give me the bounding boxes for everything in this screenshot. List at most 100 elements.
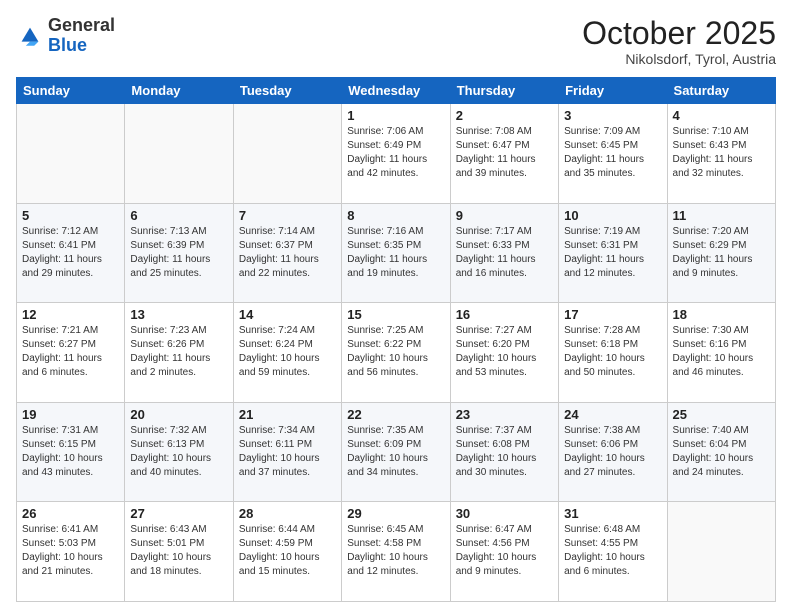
day-info: Sunrise: 7:06 AM Sunset: 6:49 PM Dayligh… [347,125,444,181]
day-number: 18 [673,307,770,322]
day-number: 29 [347,506,444,521]
title-block: October 2025 Nikolsdorf, Tyrol, Austria [582,16,776,67]
calendar-week-0: 1Sunrise: 7:06 AM Sunset: 6:49 PM Daylig… [17,104,776,204]
header-tuesday: Tuesday [233,78,341,104]
day-number: 8 [347,208,444,223]
calendar-cell: 23 Sunrise: 7:37 AM Sunset: 6:08 PM Dayli… [450,402,558,502]
day-info: Sunrise: 7:16 AM Sunset: 6:35 PM Dayligh… [347,225,444,281]
day-number: 22 [347,407,444,422]
calendar-cell: 16Sunrise: 7:27 AM Sunset: 6:20 PM Dayli… [450,303,558,403]
day-info: Sunrise: 7:32 AM Sunset: 6:13 PM Dayligh… [130,424,227,480]
calendar-cell: 2 Sunrise: 7:08 AM Sunset: 6:47 PM Daylig… [450,104,558,204]
header-thursday: Thursday [450,78,558,104]
day-info: Sunrise: 6:47 AM Sunset: 4:56 PM Dayligh… [456,523,553,579]
day-info: Sunrise: 6:43 AM Sunset: 5:01 PM Dayligh… [130,523,227,579]
day-number: 11 [673,208,770,223]
calendar-cell: 7Sunrise: 7:14 AM Sunset: 6:37 PM Daylig… [233,203,341,303]
day-info: Sunrise: 7:19 AM Sunset: 6:31 PM Dayligh… [564,225,661,281]
day-info: Sunrise: 7:30 AM Sunset: 6:16 PM Dayligh… [673,324,770,380]
header-monday: Monday [125,78,233,104]
header-saturday: Saturday [667,78,775,104]
day-info: Sunrise: 6:41 AM Sunset: 5:03 PM Dayligh… [22,523,119,579]
calendar-cell: 10 Sunrise: 7:19 AM Sunset: 6:31 PM Dayli… [559,203,667,303]
day-number: 3 [564,108,661,123]
day-info: Sunrise: 7:31 AM Sunset: 6:15 PM Dayligh… [22,424,119,480]
calendar-cell: 3 Sunrise: 7:09 AM Sunset: 6:45 PM Daylig… [559,104,667,204]
calendar-cell: 14 Sunrise: 7:24 AM Sunset: 6:24 PM Dayli… [233,303,341,403]
day-number: 6 [130,208,227,223]
calendar-cell: 6 Sunrise: 7:13 AM Sunset: 6:39 PM Daylig… [125,203,233,303]
header-wednesday: Wednesday [342,78,450,104]
calendar-header-row: Sunday Monday Tuesday Wednesday Thursday… [17,78,776,104]
day-info: Sunrise: 7:10 AM Sunset: 6:43 PM Dayligh… [673,125,770,181]
calendar-cell: 4 Sunrise: 7:10 AM Sunset: 6:43 PM Daylig… [667,104,775,204]
calendar-cell [233,104,341,204]
calendar-cell: 26 Sunrise: 6:41 AM Sunset: 5:03 PM Dayli… [17,502,125,602]
month-title: October 2025 [582,16,776,51]
day-number: 15 [347,307,444,322]
calendar-cell: 30 Sunrise: 6:47 AM Sunset: 4:56 PM Dayli… [450,502,558,602]
day-number: 14 [239,307,336,322]
day-info: Sunrise: 7:35 AM Sunset: 6:09 PM Dayligh… [347,424,444,480]
calendar-cell: 25Sunrise: 7:40 AM Sunset: 6:04 PM Dayli… [667,402,775,502]
day-number: 2 [456,108,553,123]
calendar-cell [667,502,775,602]
day-number: 25 [673,407,770,422]
day-number: 5 [22,208,119,223]
day-number: 31 [564,506,661,521]
header-friday: Friday [559,78,667,104]
calendar-cell: 20 Sunrise: 7:32 AM Sunset: 6:13 PM Dayli… [125,402,233,502]
day-number: 16 [456,307,553,322]
day-info: Sunrise: 6:44 AM Sunset: 4:59 PM Dayligh… [239,523,336,579]
day-number: 4 [673,108,770,123]
calendar-cell: 19 Sunrise: 7:31 AM Sunset: 6:15 PM Dayli… [17,402,125,502]
logo-text: General Blue [48,16,115,56]
day-info: Sunrise: 7:24 AM Sunset: 6:24 PM Dayligh… [239,324,336,380]
calendar-cell: 27 Sunrise: 6:43 AM Sunset: 5:01 PM Dayli… [125,502,233,602]
calendar-cell: 5 Sunrise: 7:12 AM Sunset: 6:41 PM Daylig… [17,203,125,303]
day-info: Sunrise: 7:17 AM Sunset: 6:33 PM Dayligh… [456,225,553,281]
day-number: 30 [456,506,553,521]
calendar-cell: 12Sunrise: 7:21 AM Sunset: 6:27 PM Dayli… [17,303,125,403]
day-info: Sunrise: 7:09 AM Sunset: 6:45 PM Dayligh… [564,125,661,181]
page: General Blue October 2025 Nikolsdorf, Ty… [0,0,792,612]
day-number: 13 [130,307,227,322]
day-number: 24 [564,407,661,422]
day-number: 26 [22,506,119,521]
header: General Blue October 2025 Nikolsdorf, Ty… [16,16,776,67]
calendar-cell: 18 Sunrise: 7:30 AM Sunset: 6:16 PM Dayli… [667,303,775,403]
day-number: 23 [456,407,553,422]
calendar-cell [17,104,125,204]
day-info: Sunrise: 7:37 AM Sunset: 6:08 PM Dayligh… [456,424,553,480]
day-info: Sunrise: 7:21 AM Sunset: 6:27 PM Dayligh… [22,324,119,380]
day-info: Sunrise: 7:28 AM Sunset: 6:18 PM Dayligh… [564,324,661,380]
day-info: Sunrise: 7:34 AM Sunset: 6:11 PM Dayligh… [239,424,336,480]
day-info: Sunrise: 7:12 AM Sunset: 6:41 PM Dayligh… [22,225,119,281]
day-number: 21 [239,407,336,422]
calendar-cell: 13 Sunrise: 7:23 AM Sunset: 6:26 PM Dayli… [125,303,233,403]
day-info: Sunrise: 7:20 AM Sunset: 6:29 PM Dayligh… [673,225,770,281]
day-info: Sunrise: 7:25 AM Sunset: 6:22 PM Dayligh… [347,324,444,380]
day-info: Sunrise: 7:23 AM Sunset: 6:26 PM Dayligh… [130,324,227,380]
day-info: Sunrise: 6:48 AM Sunset: 4:55 PM Dayligh… [564,523,661,579]
calendar-cell: 17Sunrise: 7:28 AM Sunset: 6:18 PM Dayli… [559,303,667,403]
calendar-cell: 8 Sunrise: 7:16 AM Sunset: 6:35 PM Daylig… [342,203,450,303]
logo-blue: Blue [48,35,87,55]
day-number: 27 [130,506,227,521]
day-info: Sunrise: 7:13 AM Sunset: 6:39 PM Dayligh… [130,225,227,281]
day-info: Sunrise: 7:08 AM Sunset: 6:47 PM Dayligh… [456,125,553,181]
location: Nikolsdorf, Tyrol, Austria [582,51,776,67]
calendar-cell: 24Sunrise: 7:38 AM Sunset: 6:06 PM Dayli… [559,402,667,502]
calendar-cell: 31 Sunrise: 6:48 AM Sunset: 4:55 PM Dayli… [559,502,667,602]
logo-general: General [48,15,115,35]
calendar-week-4: 26 Sunrise: 6:41 AM Sunset: 5:03 PM Dayli… [17,502,776,602]
day-number: 7 [239,208,336,223]
calendar-week-2: 12Sunrise: 7:21 AM Sunset: 6:27 PM Dayli… [17,303,776,403]
day-number: 10 [564,208,661,223]
calendar-cell: 1Sunrise: 7:06 AM Sunset: 6:49 PM Daylig… [342,104,450,204]
day-number: 19 [22,407,119,422]
header-sunday: Sunday [17,78,125,104]
calendar-table: Sunday Monday Tuesday Wednesday Thursday… [16,77,776,602]
day-number: 20 [130,407,227,422]
calendar-cell: 21 Sunrise: 7:34 AM Sunset: 6:11 PM Dayli… [233,402,341,502]
